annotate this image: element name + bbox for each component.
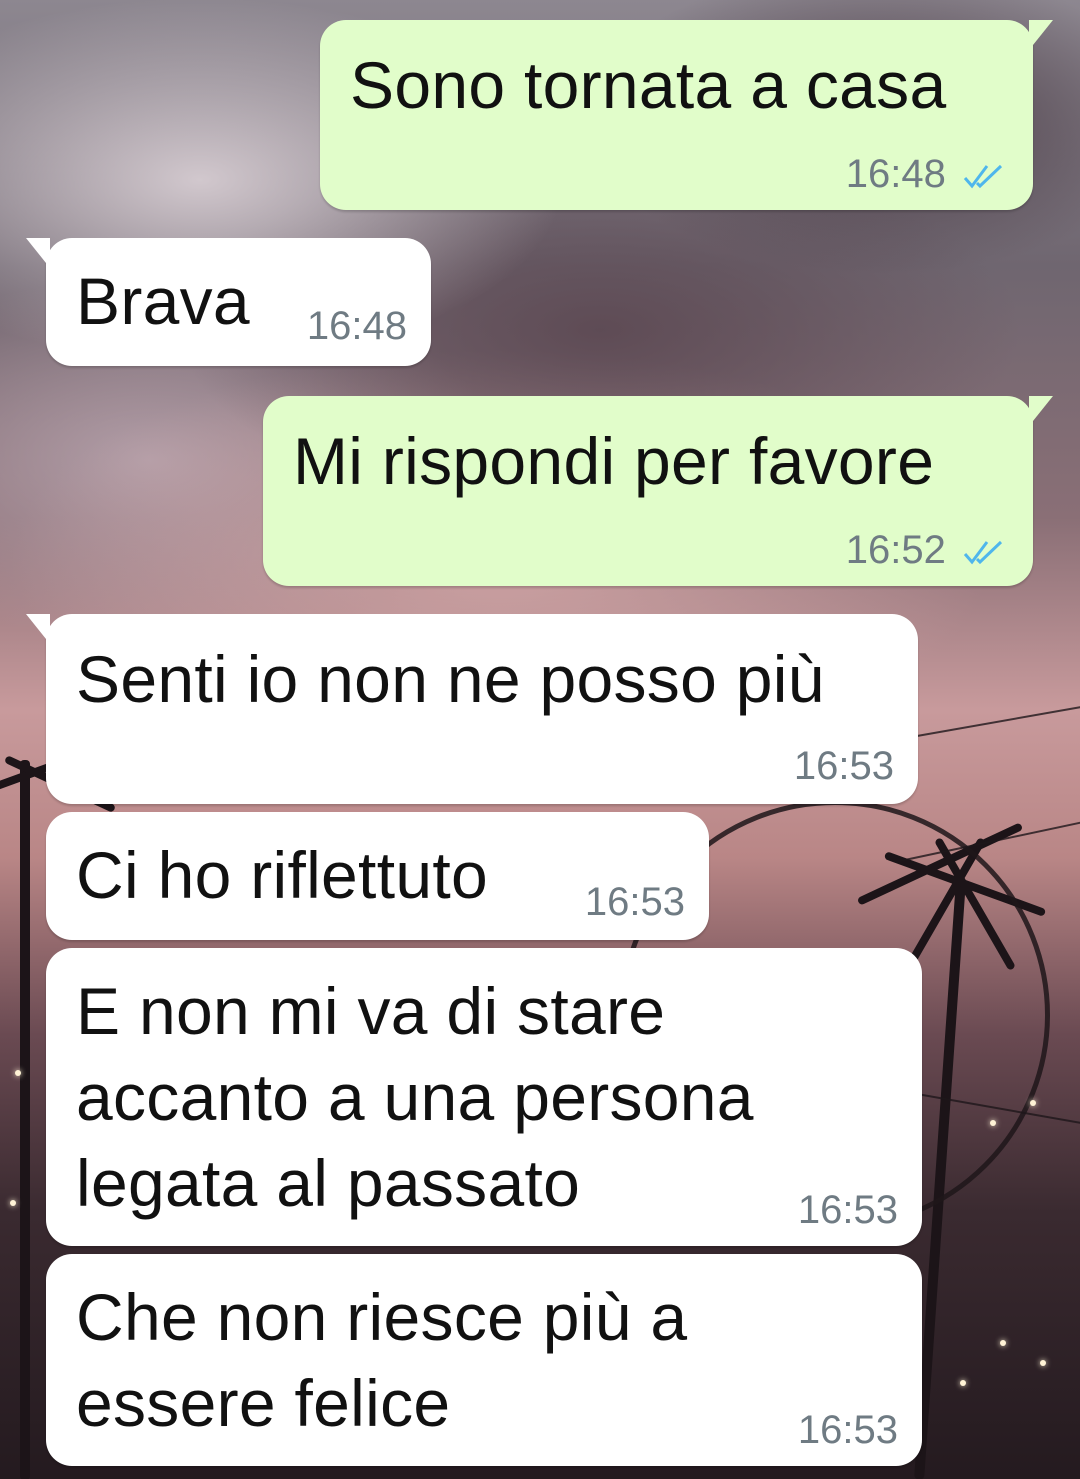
- message-text: Mi rispondi per favore: [293, 424, 935, 498]
- incoming-message-bubble[interactable]: Senti io non ne posso più 16:53: [26, 614, 918, 804]
- incoming-message-bubble[interactable]: Che non riesce più a essere felice 16:53: [46, 1254, 922, 1466]
- message-meta: 16:48: [846, 152, 1007, 197]
- message-meta: 16:52: [846, 528, 1007, 573]
- double-check-read-icon: [963, 541, 1003, 565]
- message-text: Ci ho riflettuto: [76, 838, 488, 912]
- message-time: 16:48: [306, 304, 407, 348]
- palm-tree: [20, 760, 30, 1479]
- outgoing-message-bubble[interactable]: Mi rispondi per favore 16:52: [263, 396, 1053, 586]
- incoming-message-bubble[interactable]: E non mi va di stare accanto a una perso…: [46, 948, 922, 1246]
- message-text: Che non riesce più a essere felice: [76, 1280, 688, 1440]
- outgoing-message-bubble[interactable]: Sono tornata a casa 16:48: [320, 20, 1053, 210]
- message-text: Brava: [76, 264, 250, 338]
- message-time: 16:53: [584, 880, 685, 924]
- message-time: 16:48: [845, 152, 946, 196]
- message-time: 16:53: [793, 744, 894, 788]
- message-text: Senti io non ne posso più: [76, 642, 825, 716]
- incoming-message-bubble[interactable]: Brava 16:48: [26, 238, 431, 366]
- double-check-read-icon: [963, 165, 1003, 189]
- message-time: 16:53: [797, 1408, 898, 1452]
- message-text: E non mi va di stare accanto a una perso…: [76, 974, 754, 1220]
- message-text: Sono tornata a casa: [350, 48, 947, 122]
- message-time: 16:53: [797, 1188, 898, 1232]
- incoming-message-bubble[interactable]: Ci ho riflettuto 16:53: [46, 812, 709, 940]
- message-time: 16:52: [845, 528, 946, 572]
